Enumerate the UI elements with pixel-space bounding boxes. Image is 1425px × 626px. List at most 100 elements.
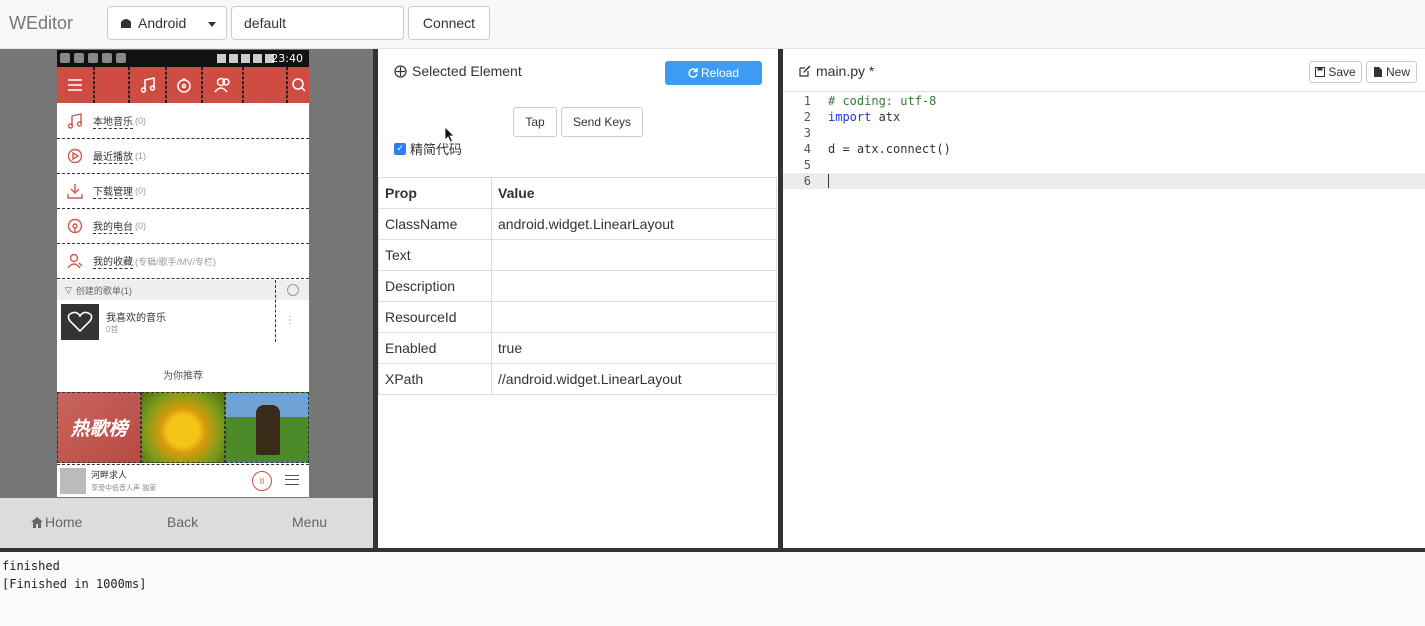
send-keys-button[interactable]: Send Keys xyxy=(561,107,643,137)
reload-label: Reload xyxy=(700,66,740,80)
code-line[interactable]: 2 import atx xyxy=(783,109,1425,125)
editor-tab[interactable]: main.py * xyxy=(799,63,874,79)
code-line[interactable]: 5 xyxy=(783,157,1425,173)
app-toolbar xyxy=(57,67,309,103)
editor-filename: main.py * xyxy=(816,63,875,79)
column-header-value: Value xyxy=(491,177,777,209)
top-navbar: WEditor Android Connect xyxy=(0,0,1425,49)
menu-item-count: (1) xyxy=(135,151,146,161)
gear-icon[interactable] xyxy=(287,284,299,296)
music-note-icon[interactable] xyxy=(129,67,166,103)
new-file-button[interactable]: New xyxy=(1366,61,1417,83)
table-row: ClassName android.widget.LinearLayout xyxy=(378,208,777,240)
save-label: Save xyxy=(1328,65,1356,79)
prop-value[interactable] xyxy=(491,239,777,271)
line-number: 6 xyxy=(803,174,811,188)
table-row: ResourceId xyxy=(378,301,777,333)
tap-button[interactable]: Tap xyxy=(513,107,557,137)
code-line-active[interactable]: 6 xyxy=(783,173,1425,189)
menu-item-count: (专辑/歌手/MV/专栏) xyxy=(135,256,216,267)
code-comment: # coding: utf-8 xyxy=(828,94,937,108)
device-screenshot[interactable]: 23:40 本地音乐 (0) 最近播放 (1) 下载管理 (0) 我的电台 (0… xyxy=(57,50,309,497)
back-button[interactable]: Back xyxy=(167,514,198,530)
prop-value[interactable]: //android.widget.LinearLayout xyxy=(491,363,777,395)
chevron-down-icon: ▽ xyxy=(65,284,72,295)
console-line: finished xyxy=(2,559,60,573)
player-title: 河畔求人 xyxy=(91,470,128,480)
toolbar-empty-cell[interactable] xyxy=(94,67,129,103)
playlist-header-label: 创建的歌单(1) xyxy=(75,285,132,296)
table-row: Text xyxy=(378,239,777,271)
device-statusbar: 23:40 xyxy=(57,50,309,67)
code-line[interactable]: 3 xyxy=(783,125,1425,141)
table-header-row: Prop Value xyxy=(378,177,777,209)
device-panel: 23:40 本地音乐 (0) 最近播放 (1) 下载管理 (0) 我的电台 (0… xyxy=(0,49,373,548)
menu-item-radio[interactable]: 我的电台 (0) xyxy=(57,209,309,244)
playlist-queue-icon[interactable] xyxy=(285,475,299,485)
inspector-title: Selected Element xyxy=(394,63,522,79)
checkbox-checked-icon[interactable]: ✓ xyxy=(394,142,406,155)
menu-item-label: 我的收藏 xyxy=(93,253,133,269)
text-cursor xyxy=(828,174,829,188)
radio-icon xyxy=(67,218,83,234)
menu-item-label: 本地音乐 xyxy=(93,113,133,129)
code-line[interactable]: 1 # coding: utf-8 xyxy=(783,93,1425,109)
pause-icon[interactable]: II xyxy=(252,471,272,491)
code-text: d = atx.connect() xyxy=(828,142,951,156)
tile-label: 热歌榜 xyxy=(70,419,128,440)
code-editor-panel: main.py * Save New 1 # coding: utf-8 2 i… xyxy=(783,49,1425,548)
menu-button[interactable]: Menu xyxy=(292,514,327,530)
tile-flowers[interactable] xyxy=(141,392,225,463)
menu-item-downloads[interactable]: 下载管理 (0) xyxy=(57,174,309,209)
mini-player[interactable]: 河畔求人 享受中低音人声·独家 II xyxy=(57,464,309,497)
menu-item-count: (0) xyxy=(135,116,146,126)
menu-item-local-music[interactable]: 本地音乐 (0) xyxy=(57,104,309,139)
code-area[interactable]: 1 # coding: utf-8 2 import atx 3 4 d = a… xyxy=(783,93,1425,548)
table-row: Enabled true xyxy=(378,332,777,364)
guitarist-image xyxy=(256,405,280,455)
disc-icon[interactable] xyxy=(166,67,202,103)
line-number: 2 xyxy=(803,110,811,124)
album-thumbnail xyxy=(60,468,86,494)
device-nav-bar: Home Back Menu xyxy=(0,498,373,548)
inspector-title-label: Selected Element xyxy=(412,63,522,79)
playlist-item[interactable]: 我喜欢的音乐 0首 ⋮ xyxy=(57,301,309,343)
menu-item-favorites[interactable]: 我的收藏 (专辑/歌手/MV/专栏) xyxy=(57,244,309,279)
connect-button[interactable]: Connect xyxy=(408,6,490,40)
toolbar-empty-cell[interactable] xyxy=(243,67,287,103)
column-header-prop: Prop xyxy=(378,177,492,209)
home-button[interactable]: Home xyxy=(31,514,82,530)
more-icon[interactable]: ⋮ xyxy=(285,315,295,326)
edit-icon xyxy=(799,65,811,77)
playlist-cover xyxy=(61,304,99,340)
recommend-tiles: 热歌榜 xyxy=(57,392,309,463)
hamburger-menu-icon[interactable] xyxy=(57,67,94,103)
reload-button[interactable]: Reload xyxy=(665,61,762,85)
prop-value[interactable] xyxy=(491,301,777,333)
menu-item-label: 最近播放 xyxy=(93,148,133,164)
playlist-header[interactable]: ▽ 创建的歌单(1) xyxy=(57,280,309,300)
save-button[interactable]: Save xyxy=(1309,61,1362,83)
home-label: Home xyxy=(45,514,83,530)
search-icon[interactable] xyxy=(287,67,309,103)
menu-item-label: 我的电台 xyxy=(93,218,133,234)
menu-item-label: 下载管理 xyxy=(93,183,133,199)
prop-value[interactable]: true xyxy=(491,332,777,364)
device-serial-input[interactable] xyxy=(231,6,404,40)
platform-dropdown[interactable]: Android xyxy=(107,6,227,40)
heart-icon xyxy=(67,311,93,333)
tile-guitarist[interactable] xyxy=(225,392,309,463)
code-rest: atx xyxy=(871,110,901,124)
prop-name: ClassName xyxy=(378,208,492,240)
tile-hot-chart[interactable]: 热歌榜 xyxy=(57,392,141,463)
code-line[interactable]: 4 d = atx.connect() xyxy=(783,141,1425,157)
menu-item-recent-play[interactable]: 最近播放 (1) xyxy=(57,139,309,174)
playlist-count: 0首 xyxy=(106,325,119,334)
console-line: [Finished in 1000ms] xyxy=(2,577,147,591)
status-icons-right xyxy=(217,54,274,63)
friends-icon[interactable] xyxy=(202,67,243,103)
prop-value[interactable]: android.widget.LinearLayout xyxy=(491,208,777,240)
prop-name: Enabled xyxy=(378,332,492,364)
app-brand[interactable]: WEditor xyxy=(9,13,73,34)
prop-value[interactable] xyxy=(491,270,777,302)
